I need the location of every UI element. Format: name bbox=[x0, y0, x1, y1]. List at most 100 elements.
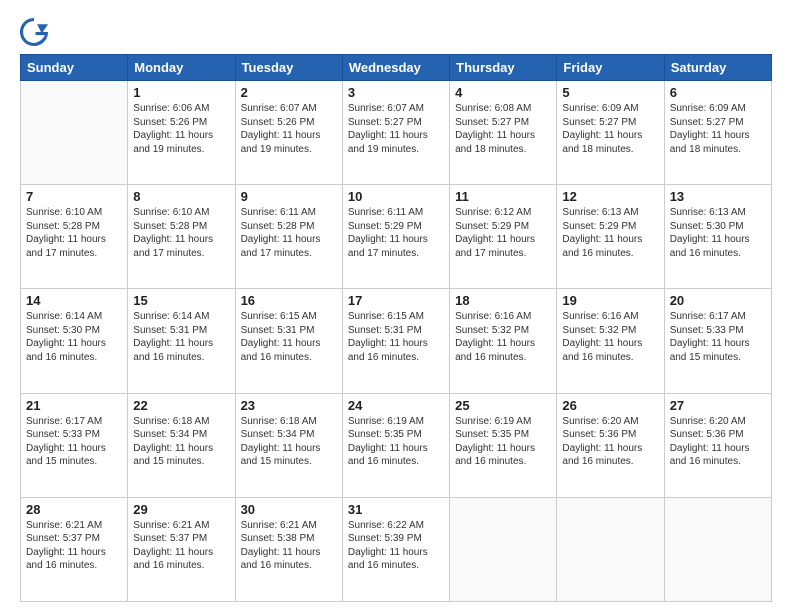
cell-info: Sunrise: 6:11 AMSunset: 5:29 PMDaylight:… bbox=[348, 206, 444, 260]
calendar-cell: 15Sunrise: 6:14 AMSunset: 5:31 PMDayligh… bbox=[128, 289, 235, 393]
weekday-header: Sunday bbox=[21, 55, 128, 81]
page-header bbox=[20, 18, 772, 46]
calendar-cell: 17 Sunrise: 6:15 AMSunset: 5:31 PMDayligh… bbox=[342, 289, 449, 393]
calendar-cell bbox=[664, 497, 771, 601]
day-number: 12 bbox=[562, 189, 658, 204]
day-number: 8 bbox=[133, 189, 229, 204]
cell-info: Sunrise: 6:07 AMSunset: 5:27 PMDaylight:… bbox=[348, 102, 444, 156]
day-number: 14 bbox=[26, 293, 122, 308]
calendar-cell: 9 Sunrise: 6:11 AMSunset: 5:28 PMDaylight… bbox=[235, 185, 342, 289]
cell-info: Sunrise: 6:20 AMSunset: 5:36 PMDaylight:… bbox=[562, 415, 658, 469]
day-number: 24 bbox=[348, 398, 444, 413]
cell-info: Sunrise: 6:19 AMSunset: 5:35 PMDaylight:… bbox=[348, 415, 444, 469]
cell-info: Sunrise: 6:15 AMSunset: 5:31 PMDaylight:… bbox=[348, 310, 444, 364]
cell-info: Sunrise: 6:18 AMSunset: 5:34 PMDaylight:… bbox=[241, 415, 337, 469]
calendar-cell: 18 Sunrise: 6:16 AMSunset: 5:32 PMDayligh… bbox=[450, 289, 557, 393]
cell-info: Sunrise: 6:13 AMSunset: 5:30 PMDaylight:… bbox=[670, 206, 766, 260]
calendar-cell: 13 Sunrise: 6:13 AMSunset: 5:30 PMDayligh… bbox=[664, 185, 771, 289]
calendar-cell: 5 Sunrise: 6:09 AMSunset: 5:27 PMDaylight… bbox=[557, 81, 664, 185]
calendar-cell: 31 Sunrise: 6:22 AMSunset: 5:39 PMDayligh… bbox=[342, 497, 449, 601]
calendar-cell: 3 Sunrise: 6:07 AMSunset: 5:27 PMDaylight… bbox=[342, 81, 449, 185]
cell-info: Sunrise: 6:12 AMSunset: 5:29 PMDaylight:… bbox=[455, 206, 551, 260]
day-number: 15 bbox=[133, 293, 229, 308]
day-number: 6 bbox=[670, 85, 766, 100]
calendar-cell: 14 Sunrise: 6:14 AMSunset: 5:30 PMDayligh… bbox=[21, 289, 128, 393]
day-number: 19 bbox=[562, 293, 658, 308]
calendar-cell bbox=[557, 497, 664, 601]
cell-info: Sunrise: 6:21 AMSunset: 5:37 PMDaylight:… bbox=[133, 519, 229, 573]
day-number: 20 bbox=[670, 293, 766, 308]
day-number: 16 bbox=[241, 293, 337, 308]
calendar-cell: 22Sunrise: 6:18 AMSunset: 5:34 PMDayligh… bbox=[128, 393, 235, 497]
weekday-header: Saturday bbox=[664, 55, 771, 81]
calendar-cell: 8 Sunrise: 6:10 AMSunset: 5:28 PMDaylight… bbox=[128, 185, 235, 289]
calendar-cell: 21 Sunrise: 6:17 AMSunset: 5:33 PMDayligh… bbox=[21, 393, 128, 497]
cell-info: Sunrise: 6:10 AMSunset: 5:28 PMDaylight:… bbox=[133, 206, 229, 260]
calendar-cell: 27 Sunrise: 6:20 AMSunset: 5:36 PMDayligh… bbox=[664, 393, 771, 497]
calendar-cell bbox=[21, 81, 128, 185]
day-number: 31 bbox=[348, 502, 444, 517]
calendar-cell: 12 Sunrise: 6:13 AMSunset: 5:29 PMDayligh… bbox=[557, 185, 664, 289]
calendar-cell: 30 Sunrise: 6:21 AMSunset: 5:38 PMDayligh… bbox=[235, 497, 342, 601]
day-number: 1 bbox=[133, 85, 229, 100]
calendar-table: SundayMondayTuesdayWednesdayThursdayFrid… bbox=[20, 54, 772, 602]
calendar-cell: 29Sunrise: 6:21 AMSunset: 5:37 PMDayligh… bbox=[128, 497, 235, 601]
calendar-cell: 6 Sunrise: 6:09 AMSunset: 5:27 PMDaylight… bbox=[664, 81, 771, 185]
day-number: 9 bbox=[241, 189, 337, 204]
calendar-cell: 2 Sunrise: 6:07 AMSunset: 5:26 PMDaylight… bbox=[235, 81, 342, 185]
day-number: 2 bbox=[241, 85, 337, 100]
cell-info: Sunrise: 6:06 AMSunset: 5:26 PMDaylight:… bbox=[133, 102, 229, 156]
day-number: 25 bbox=[455, 398, 551, 413]
calendar-cell: 11 Sunrise: 6:12 AMSunset: 5:29 PMDayligh… bbox=[450, 185, 557, 289]
cell-info: Sunrise: 6:13 AMSunset: 5:29 PMDaylight:… bbox=[562, 206, 658, 260]
day-number: 23 bbox=[241, 398, 337, 413]
day-number: 30 bbox=[241, 502, 337, 517]
day-number: 5 bbox=[562, 85, 658, 100]
cell-info: Sunrise: 6:17 AMSunset: 5:33 PMDaylight:… bbox=[26, 415, 122, 469]
day-number: 27 bbox=[670, 398, 766, 413]
day-number: 7 bbox=[26, 189, 122, 204]
calendar-cell: 20 Sunrise: 6:17 AMSunset: 5:33 PMDayligh… bbox=[664, 289, 771, 393]
cell-info: Sunrise: 6:09 AMSunset: 5:27 PMDaylight:… bbox=[670, 102, 766, 156]
cell-info: Sunrise: 6:21 AMSunset: 5:37 PMDaylight:… bbox=[26, 519, 122, 573]
cell-info: Sunrise: 6:07 AMSunset: 5:26 PMDaylight:… bbox=[241, 102, 337, 156]
cell-info: Sunrise: 6:17 AMSunset: 5:33 PMDaylight:… bbox=[670, 310, 766, 364]
cell-info: Sunrise: 6:11 AMSunset: 5:28 PMDaylight:… bbox=[241, 206, 337, 260]
calendar-cell: 19 Sunrise: 6:16 AMSunset: 5:32 PMDayligh… bbox=[557, 289, 664, 393]
calendar-cell: 23 Sunrise: 6:18 AMSunset: 5:34 PMDayligh… bbox=[235, 393, 342, 497]
day-number: 3 bbox=[348, 85, 444, 100]
weekday-header: Thursday bbox=[450, 55, 557, 81]
cell-info: Sunrise: 6:14 AMSunset: 5:30 PMDaylight:… bbox=[26, 310, 122, 364]
cell-info: Sunrise: 6:20 AMSunset: 5:36 PMDaylight:… bbox=[670, 415, 766, 469]
weekday-header: Wednesday bbox=[342, 55, 449, 81]
calendar-cell: 24 Sunrise: 6:19 AMSunset: 5:35 PMDayligh… bbox=[342, 393, 449, 497]
calendar-cell: 25 Sunrise: 6:19 AMSunset: 5:35 PMDayligh… bbox=[450, 393, 557, 497]
cell-info: Sunrise: 6:09 AMSunset: 5:27 PMDaylight:… bbox=[562, 102, 658, 156]
day-number: 22 bbox=[133, 398, 229, 413]
calendar-cell: 1 Sunrise: 6:06 AMSunset: 5:26 PMDaylight… bbox=[128, 81, 235, 185]
calendar-cell: 7 Sunrise: 6:10 AMSunset: 5:28 PMDaylight… bbox=[21, 185, 128, 289]
cell-info: Sunrise: 6:16 AMSunset: 5:32 PMDaylight:… bbox=[455, 310, 551, 364]
day-number: 28 bbox=[26, 502, 122, 517]
cell-info: Sunrise: 6:19 AMSunset: 5:35 PMDaylight:… bbox=[455, 415, 551, 469]
day-number: 13 bbox=[670, 189, 766, 204]
calendar-cell bbox=[450, 497, 557, 601]
weekday-header: Monday bbox=[128, 55, 235, 81]
calendar-cell: 26 Sunrise: 6:20 AMSunset: 5:36 PMDayligh… bbox=[557, 393, 664, 497]
cell-info: Sunrise: 6:22 AMSunset: 5:39 PMDaylight:… bbox=[348, 519, 444, 573]
day-number: 11 bbox=[455, 189, 551, 204]
weekday-header: Friday bbox=[557, 55, 664, 81]
day-number: 26 bbox=[562, 398, 658, 413]
cell-info: Sunrise: 6:15 AMSunset: 5:31 PMDaylight:… bbox=[241, 310, 337, 364]
cell-info: Sunrise: 6:16 AMSunset: 5:32 PMDaylight:… bbox=[562, 310, 658, 364]
calendar-cell: 28 Sunrise: 6:21 AMSunset: 5:37 PMDayligh… bbox=[21, 497, 128, 601]
cell-info: Sunrise: 6:10 AMSunset: 5:28 PMDaylight:… bbox=[26, 206, 122, 260]
day-number: 21 bbox=[26, 398, 122, 413]
weekday-header: Tuesday bbox=[235, 55, 342, 81]
day-number: 18 bbox=[455, 293, 551, 308]
day-number: 4 bbox=[455, 85, 551, 100]
cell-info: Sunrise: 6:08 AMSunset: 5:27 PMDaylight:… bbox=[455, 102, 551, 156]
cell-info: Sunrise: 6:21 AMSunset: 5:38 PMDaylight:… bbox=[241, 519, 337, 573]
day-number: 17 bbox=[348, 293, 444, 308]
calendar-cell: 10Sunrise: 6:11 AMSunset: 5:29 PMDayligh… bbox=[342, 185, 449, 289]
